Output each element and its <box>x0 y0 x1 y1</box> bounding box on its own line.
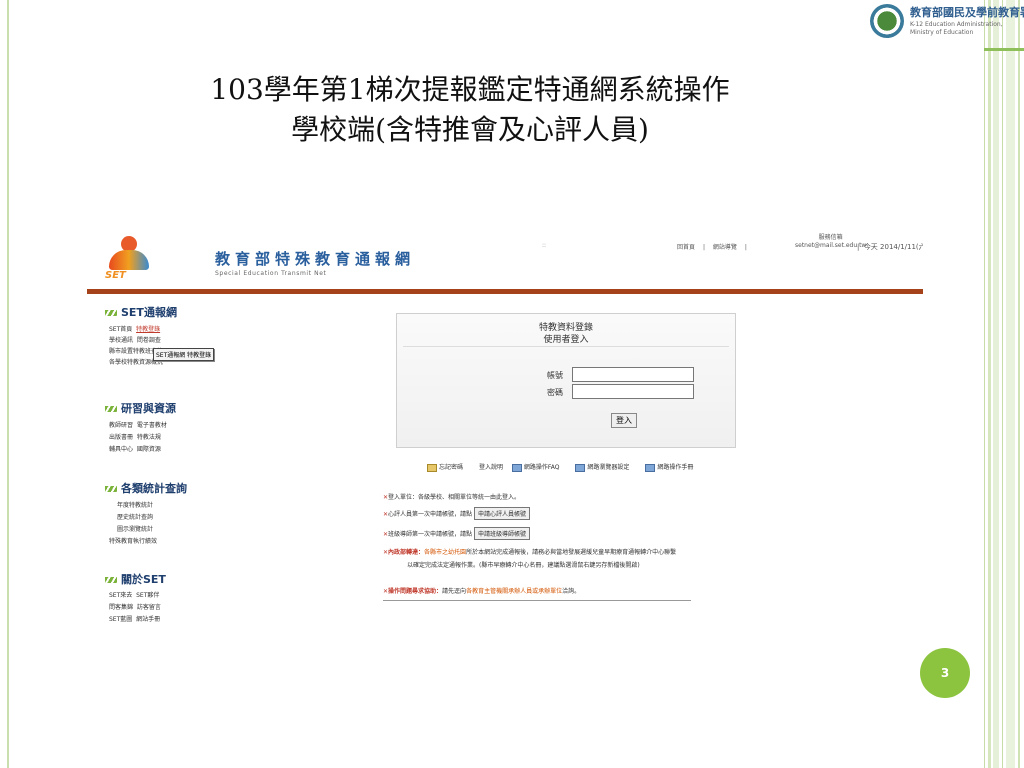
section-stripe-icon <box>105 310 117 316</box>
apply-evaluator-button[interactable]: 申請心評人員帳號 <box>474 507 531 520</box>
sidebar-section-about[interactable]: 關於SET <box>105 571 166 587</box>
apply-teacher-button[interactable]: 申請班級導師帳號 <box>474 527 531 540</box>
ministry-seal-icon <box>870 4 904 38</box>
note-help: ✕操作問題尋求協助：請先逕向各教育主管機關承辦人員或承辦單位洽詢。 <box>383 588 581 595</box>
slide-title-line1: 103學年第1梯次提報鑑定特通網系統操作 <box>210 73 730 106</box>
header-dots: :: <box>542 242 547 249</box>
sidebar-item-registration[interactable]: 特教登錄 <box>136 326 160 333</box>
sidebar-item[interactable]: 特殊教育執行績效 <box>109 536 157 545</box>
ministry-logo-sub: K-12 Education Administration, Ministry o… <box>910 21 1003 36</box>
sidebar-item[interactable]: SET來去 SET夥伴 <box>109 590 159 599</box>
window-icon <box>575 463 586 472</box>
sidebar-item[interactable]: 教師研習 電子書教材 <box>109 420 167 429</box>
set-logo[interactable]: SET <box>103 236 159 286</box>
note-interior: ✕內政部轉達：各縣市之幼托園所於本網站完成通報後，請務必與當地發展遲緩兒童早期療… <box>383 549 677 556</box>
date-separator: | <box>857 243 860 251</box>
home-link[interactable]: 回首頁 <box>677 244 695 251</box>
help-links: 忘記密碼 登入說明 網路操作FAQ 網路瀏覽器設定 網路操作手冊 <box>427 462 707 472</box>
account-input[interactable] <box>572 367 694 382</box>
section-stripe-icon <box>105 486 117 492</box>
sidebar-item[interactable]: 輔具中心 國際資源 <box>109 444 161 453</box>
slide-title: 103學年第1梯次提報鑑定特通網系統操作 學校端(含特推會及心評人員) <box>0 70 940 150</box>
sidebar-item[interactable]: SET藍圖 網站手冊 <box>109 614 160 623</box>
site-subtitle: Special Education Transmit Net <box>215 270 327 277</box>
link-tooltip: SET通報網 特教登錄 <box>153 348 215 361</box>
slide-right-bars <box>984 0 1024 768</box>
window-icon <box>645 463 656 472</box>
ministry-logo: 教育部國民及學前教育署 K-12 Education Administratio… <box>870 2 1024 46</box>
ministry-logo-title: 教育部國民及學前教育署 <box>910 6 1024 19</box>
account-label: 帳號 <box>547 371 563 380</box>
logo-arms-icon <box>109 250 149 270</box>
sidebar-item[interactable]: 年度特教統計 <box>117 500 153 509</box>
service-label: 服務信箱 <box>818 234 843 241</box>
note-interior-cont: 以確定完成法定通報作業。(縣市早療轉介中心名冊，建議點選滑鼠右鍵另存新檔後開啟) <box>407 562 640 569</box>
link-separator: | <box>744 244 747 251</box>
forgot-password-link[interactable]: 忘記密碼 <box>427 463 470 472</box>
note-teacher: ✕班級導師第一次申請帳號，請點 申請班級導師帳號 <box>383 527 531 540</box>
authority-link[interactable]: 各教育主管機關承辦人員或承辦單位 <box>466 588 562 595</box>
faq-link[interactable]: 網路操作FAQ <box>511 463 567 472</box>
logo-text: SET <box>105 270 126 281</box>
sitemap-link[interactable]: 網站導覽 <box>713 244 737 251</box>
website-screenshot: SET 教育部特殊教育通報網 Special Education Transmi… <box>87 228 923 658</box>
link-separator: | <box>702 244 705 251</box>
section-stripe-icon <box>105 406 117 412</box>
slide-accent-line <box>984 48 1024 51</box>
key-icon <box>427 463 437 472</box>
browser-settings-link[interactable]: 網路瀏覽器設定 <box>575 463 636 472</box>
today-date: | 今天 2014/1/11(六) <box>857 242 923 252</box>
note-underline <box>383 600 691 601</box>
login-guide-link[interactable]: 登入說明 <box>479 464 503 471</box>
sidebar-item[interactable]: 圖示瀏覽統計 <box>117 524 153 533</box>
header-bar <box>87 289 923 294</box>
sidebar-item[interactable]: 歷史統計查詢 <box>117 512 153 521</box>
note-evaluator: ✕心評人員第一次申請帳號，請點 申請心評人員帳號 <box>383 507 531 520</box>
sidebar-section-set[interactable]: SET通報網 <box>105 304 177 320</box>
top-links: 回首頁 | 網站導覽 | <box>677 242 753 251</box>
sidebar-item[interactable]: 出版書冊 特教法規 <box>109 432 161 441</box>
date-text: 今天 2014/1/11(六) <box>863 243 923 251</box>
section-stripe-icon <box>105 577 117 583</box>
password-label: 密碼 <box>547 388 563 397</box>
page-number-badge: 3 <box>920 648 970 698</box>
sidebar-item[interactable]: 學校通訊 問卷調查 <box>109 335 161 344</box>
slide-title-line2: 學校端(含特推會及心評人員) <box>291 113 649 146</box>
sidebar-item[interactable]: SET首頁 特教登錄 <box>109 324 160 333</box>
service-mailbox[interactable]: 服務信箱 setnet@mail.set.edu.tw <box>795 234 866 250</box>
login-panel: 特教資料登錄 使用者登入 帳號 密碼 登入 <box>396 313 736 448</box>
login-divider <box>403 346 729 347</box>
site-title: 教育部特殊教育通報網 <box>215 250 416 268</box>
service-email: setnet@mail.set.edu.tw <box>795 242 867 249</box>
sidebar-section-statistics[interactable]: 各類統計查詢 <box>105 480 187 496</box>
login-subheader: 使用者登入 <box>543 335 589 345</box>
window-icon <box>511 463 522 472</box>
note-login-unit: ✕登入單位：各級學校、相關單位等統一由此登入。 <box>383 494 521 501</box>
sidebar-section-training[interactable]: 研習與資源 <box>105 400 176 416</box>
login-button[interactable]: 登入 <box>611 413 637 428</box>
password-input[interactable] <box>572 384 694 399</box>
manual-link[interactable]: 網路操作手冊 <box>645 463 700 472</box>
sidebar-item[interactable]: 問客集錦 訪客留言 <box>109 602 161 611</box>
